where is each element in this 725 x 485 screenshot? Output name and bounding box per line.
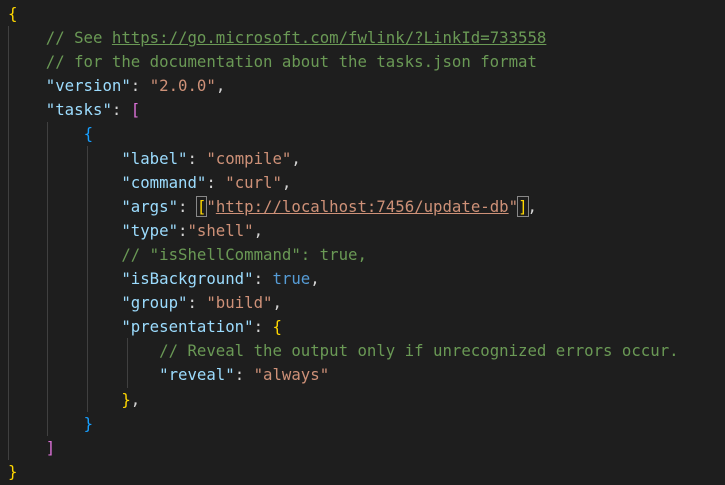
code-line: "isBackground": true,: [121, 269, 320, 289]
code-line: ]: [8, 436, 679, 460]
code-line: "reveal": "always": [159, 365, 330, 385]
brace: }: [8, 461, 18, 481]
code-editor[interactable]: { // See https://go.microsoft.com/fwlink…: [0, 0, 725, 485]
code-line: }: [8, 412, 679, 436]
json-key: "isBackground": [121, 269, 254, 289]
json-string-value: "shell": [187, 220, 254, 240]
code-line: {: [8, 2, 679, 26]
comment-link[interactable]: https://go.microsoft.com/fwlink/?LinkId=…: [112, 28, 546, 47]
bracket: ]: [45, 437, 56, 457]
json-string-quote: ": [508, 196, 519, 216]
bracket: [: [195, 195, 208, 217]
json-key: "command": [121, 172, 207, 192]
brace: {: [83, 124, 94, 144]
code-line: // See https://go.microsoft.com/fwlink/?…: [8, 26, 679, 50]
code-lines: { // See https://go.microsoft.com/fwlink…: [8, 2, 679, 484]
code-line: // for the documentation about the tasks…: [8, 50, 679, 74]
json-key: "group": [121, 293, 188, 313]
json-string-value: "2.0.0": [149, 76, 216, 96]
json-string-value: "compile": [206, 148, 292, 168]
code-line: }: [8, 460, 679, 484]
code-line: {: [8, 122, 679, 146]
json-string-value: "always": [253, 365, 330, 385]
code-line: "args": ["http://localhost:7456/update-d…: [121, 195, 537, 217]
code-line: },: [121, 389, 141, 409]
comment: // Reveal the output only if unrecognize…: [159, 341, 679, 361]
json-key: "presentation": [121, 317, 254, 337]
code-line: "group": "build",: [121, 293, 282, 313]
code-line: "command": "curl",: [121, 172, 292, 192]
brace: }: [83, 413, 94, 433]
json-key: "tasks": [45, 100, 112, 120]
bracket: ]: [517, 195, 529, 217]
code-line: "version": "2.0.0",: [45, 76, 226, 96]
json-key: "args": [121, 196, 179, 216]
brace: {: [272, 317, 282, 337]
code-line: "tasks": [: [45, 100, 141, 120]
json-boolean-value: true: [272, 269, 311, 289]
json-key: "label": [121, 148, 188, 168]
comment: // "isShellCommand": true,: [121, 244, 367, 264]
json-key: "reveal": [159, 365, 235, 385]
code-line: "type":"shell",: [121, 220, 264, 240]
json-key: "type": [121, 220, 179, 240]
code-line: // Reveal the output only if unrecognize…: [8, 339, 679, 363]
json-string-value: "build": [206, 293, 273, 313]
brace: }: [121, 389, 131, 409]
code-line: "label": "compile",: [121, 148, 301, 168]
comment: // for the documentation about the tasks…: [45, 52, 537, 72]
brace: {: [8, 4, 18, 23]
json-string-value: "curl": [225, 172, 282, 192]
code-line: "presentation": {: [121, 317, 282, 337]
code-line: // "isShellCommand": true,: [8, 243, 679, 267]
json-key: "version": [45, 76, 131, 96]
comment: // See: [45, 28, 112, 48]
bracket: [: [130, 100, 141, 120]
url-link[interactable]: http://localhost:7456/update-db: [216, 197, 509, 216]
json-string-quote: ": [206, 196, 216, 216]
